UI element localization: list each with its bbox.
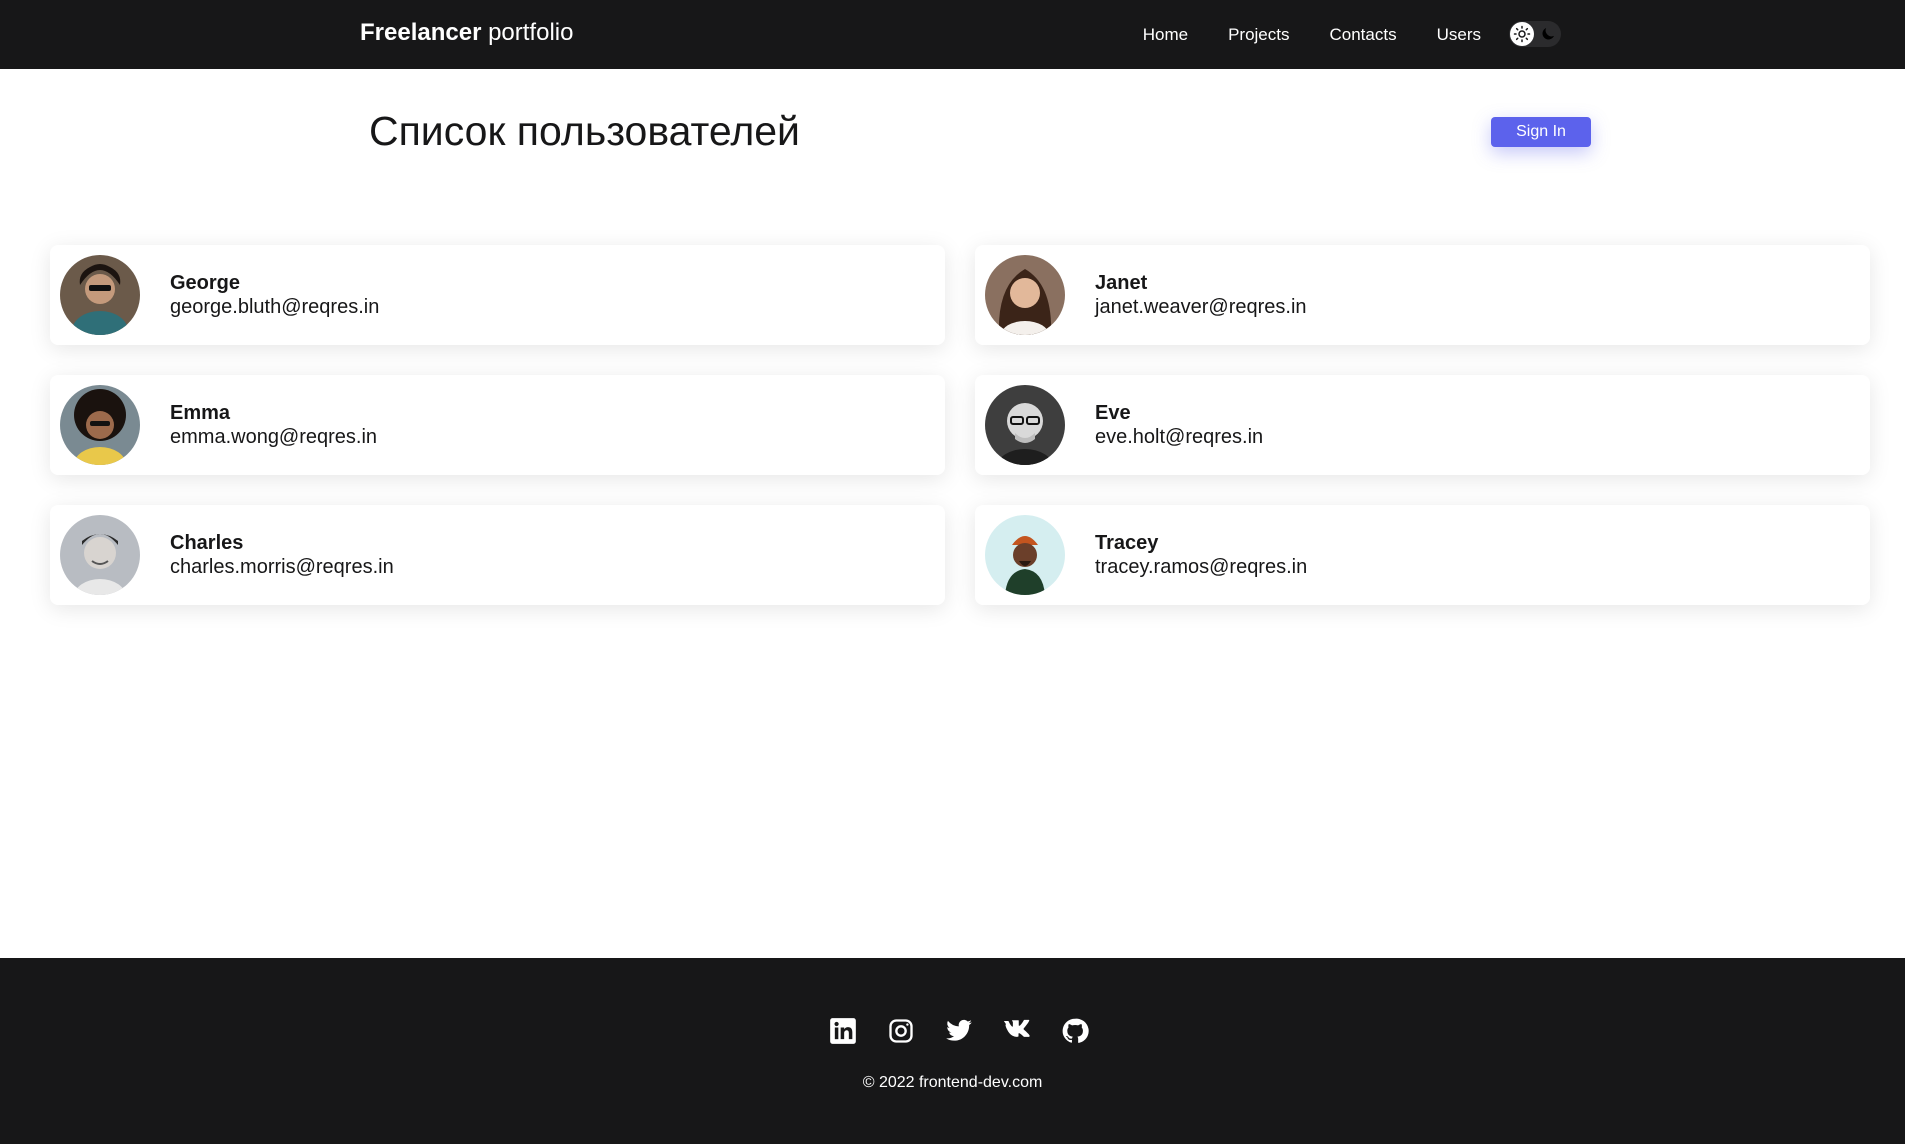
- user-email: eve.holt@reqres.in: [1095, 426, 1264, 448]
- user-card[interactable]: Eve eve.holt@reqres.in: [975, 375, 1870, 475]
- user-email: charles.morris@reqres.in: [170, 556, 394, 578]
- user-card[interactable]: Charles charles.morris@reqres.in: [50, 505, 945, 605]
- sign-in-button[interactable]: Sign In: [1491, 117, 1591, 147]
- user-card[interactable]: George george.bluth@reqres.in: [50, 245, 945, 345]
- user-info: Eve eve.holt@reqres.in: [1095, 401, 1263, 449]
- user-name: Emma: [170, 402, 231, 424]
- sun-icon: [1513, 25, 1531, 43]
- brand-bold: Freelancer: [360, 19, 482, 46]
- user-card[interactable]: Janet janet.weaver@reqres.in: [975, 245, 1870, 345]
- user-info: Janet janet.weaver@reqres.in: [1095, 271, 1307, 319]
- github-icon[interactable]: [1060, 1016, 1090, 1046]
- user-card[interactable]: Tracey tracey.ramos@reqres.in: [975, 505, 1870, 605]
- vk-icon[interactable]: [1002, 1016, 1032, 1046]
- theme-toggle[interactable]: [1509, 21, 1561, 47]
- brand-logo[interactable]: Freelancer portfolio: [360, 19, 573, 47]
- nav-link-contacts[interactable]: Contacts: [1330, 25, 1397, 45]
- user-name: Eve: [1095, 402, 1131, 424]
- brand-rest: portfolio: [488, 19, 574, 46]
- user-info: George george.bluth@reqres.in: [170, 271, 379, 319]
- linkedin-icon[interactable]: [828, 1016, 858, 1046]
- avatar: [60, 255, 140, 335]
- nav-link-projects[interactable]: Projects: [1228, 25, 1289, 45]
- copyright: © 2022 frontend-dev.com: [862, 1074, 1043, 1091]
- user-name: Charles: [170, 532, 244, 554]
- user-info: Charles charles.morris@reqres.in: [170, 531, 394, 579]
- nav-link-users[interactable]: Users: [1437, 25, 1481, 45]
- nav-links: Home Projects Contacts Users: [1103, 0, 1481, 69]
- social-links: [828, 1016, 1090, 1046]
- navbar: Freelancer portfolio Home Projects Conta…: [0, 0, 1905, 69]
- moon-icon: [1542, 28, 1554, 40]
- nav-link-home[interactable]: Home: [1143, 25, 1188, 45]
- twitter-icon[interactable]: [944, 1016, 974, 1046]
- footer: [0, 958, 1905, 1144]
- user-card[interactable]: Emma emma.wong@reqres.in: [50, 375, 945, 475]
- avatar: [985, 255, 1065, 335]
- avatar: [985, 515, 1065, 595]
- user-info: Tracey tracey.ramos@reqres.in: [1095, 531, 1307, 579]
- theme-toggle-knob: [1510, 22, 1534, 46]
- user-email: emma.wong@reqres.in: [170, 426, 378, 448]
- user-email: george.bluth@reqres.in: [170, 296, 380, 318]
- user-info: Emma emma.wong@reqres.in: [170, 401, 377, 449]
- user-name: Tracey: [1095, 532, 1159, 554]
- avatar: [60, 515, 140, 595]
- user-email: janet.weaver@reqres.in: [1095, 296, 1307, 318]
- avatar: [985, 385, 1065, 465]
- avatar: [60, 385, 140, 465]
- page-title: Список пользователей: [369, 108, 800, 154]
- user-email: tracey.ramos@reqres.in: [1095, 556, 1308, 578]
- instagram-icon[interactable]: [886, 1016, 916, 1046]
- user-name: Janet: [1095, 272, 1148, 294]
- user-name: George: [170, 272, 241, 294]
- users-grid: George george.bluth@reqres.in Janet jane…: [50, 245, 1870, 605]
